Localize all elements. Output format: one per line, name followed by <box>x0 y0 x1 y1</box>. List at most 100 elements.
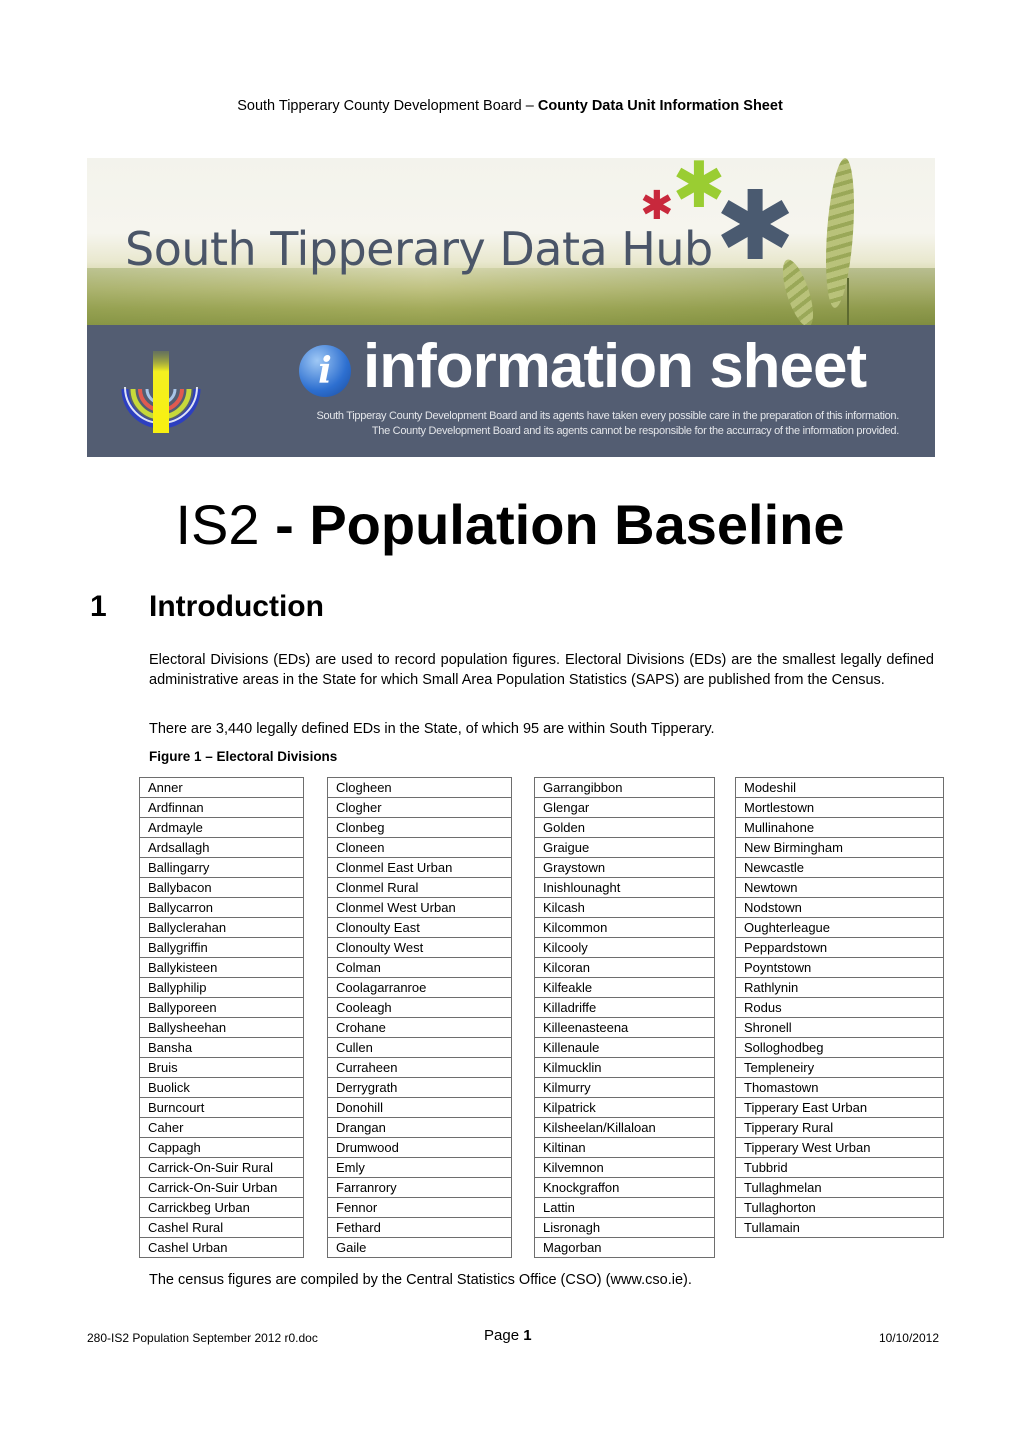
info-icon: i <box>299 345 351 397</box>
footer-filename: 280-IS2 Population September 2012 r0.doc <box>87 1331 318 1345</box>
table-row: Shronell <box>735 1017 944 1038</box>
table-row: Tullaghmelan <box>735 1177 944 1198</box>
ed-column-2: Clogheen Clogher Clonbeg Cloneen Clonmel Eas… <box>327 777 512 1258</box>
table-row: Cappagh <box>139 1137 304 1158</box>
table-row: Knockgraffon <box>534 1177 715 1198</box>
section-title: Introduction <box>149 590 324 623</box>
ed-name-cell: Ardfinnan <box>139 797 304 818</box>
table-row: Clogher <box>327 797 512 818</box>
ed-name-cell: Golden <box>534 817 715 838</box>
table-row: Mullinahone <box>735 817 944 838</box>
table-row: Tullaghorton <box>735 1197 944 1218</box>
title-name: Population Baseline <box>309 493 845 556</box>
ed-name-cell: Cashel Rural <box>139 1217 304 1238</box>
table-row: Newtown <box>735 877 944 898</box>
ed-name-cell: Derrygrath <box>327 1077 512 1098</box>
figure-caption: Figure 1 – Electoral Divisions <box>149 749 338 764</box>
table-row: Poyntstown <box>735 957 944 978</box>
ed-name-cell: Ballysheehan <box>139 1017 304 1038</box>
intro-paragraph: Electoral Divisions (EDs) are used to re… <box>149 652 934 688</box>
table-row: Clonmel East Urban <box>327 857 512 878</box>
ed-name-cell: Ballyphilip <box>139 977 304 998</box>
table-row: Bruis <box>139 1057 304 1078</box>
table-row: Magorban <box>534 1237 715 1258</box>
ed-name-cell: Magorban <box>534 1237 715 1258</box>
ed-name-cell: Kilmurry <box>534 1077 715 1098</box>
table-row: Bansha <box>139 1037 304 1058</box>
table-row: Solloghodbeg <box>735 1037 944 1058</box>
ed-name-cell: Clonmel West Urban <box>327 897 512 918</box>
table-row: Peppardstown <box>735 937 944 958</box>
table-row: Ballygriffin <box>139 937 304 958</box>
ed-name-cell: Mullinahone <box>735 817 944 838</box>
table-row: Mortlestown <box>735 797 944 818</box>
table-row: Carrick-On-Suir Rural <box>139 1157 304 1178</box>
ed-name-cell: Modeshil <box>735 777 944 798</box>
table-row: Glengar <box>534 797 715 818</box>
ed-name-cell: Donohill <box>327 1097 512 1118</box>
table-row: Cashel Rural <box>139 1217 304 1238</box>
ed-name-cell: Burncourt <box>139 1097 304 1118</box>
table-row: Tullamain <box>735 1217 944 1238</box>
ed-name-cell: Kilsheelan/Killaloan <box>534 1117 715 1138</box>
table-row: Tubbrid <box>735 1157 944 1178</box>
table-row: Modeshil <box>735 777 944 798</box>
table-row: Ballycarron <box>139 897 304 918</box>
table-row: Clogheen <box>327 777 512 798</box>
ed-name-cell: Newcastle <box>735 857 944 878</box>
header-unit: County Data Unit Information Sheet <box>537 98 783 114</box>
ed-name-cell: Carrickbeg Urban <box>139 1197 304 1218</box>
ed-name-cell: Clonmel Rural <box>327 877 512 898</box>
ed-name-cell: Killeenasteena <box>534 1017 715 1038</box>
ed-name-cell: Solloghodbeg <box>735 1037 944 1058</box>
table-row: Coolagarranroe <box>327 977 512 998</box>
ed-name-cell: Graystown <box>534 857 715 878</box>
ed-name-cell: Tipperary East Urban <box>735 1097 944 1118</box>
ed-name-cell: Tullaghmelan <box>735 1177 944 1198</box>
table-row: Kilmucklin <box>534 1057 715 1078</box>
ed-name-cell: Emly <box>327 1157 512 1178</box>
ed-name-cell: Farranrory <box>327 1177 512 1198</box>
footer-date: 10/10/2012 <box>878 1331 939 1345</box>
ed-name-cell: Newtown <box>735 877 944 898</box>
table-row: Ballingarry <box>139 857 304 878</box>
info-sheet-band: i information sheet South Tipperay Count… <box>87 325 935 457</box>
ed-name-cell: Clonoulty East <box>327 917 512 938</box>
ed-name-cell: Carrick-On-Suir Urban <box>139 1177 304 1198</box>
ed-name-cell: Clonmel East Urban <box>327 857 512 878</box>
table-row: Kilcommon <box>534 917 715 938</box>
ed-column-1: Anner Ardfinnan Ardmayle Ardsallagh Ballinga… <box>139 777 304 1258</box>
ed-name-cell: Clogher <box>327 797 512 818</box>
table-row: Kilfeakle <box>534 977 715 998</box>
ed-name-cell: Lisronagh <box>534 1217 715 1238</box>
ed-name-cell: Oughterleague <box>735 917 944 938</box>
table-row: Ardsallagh <box>139 837 304 858</box>
ed-name-cell: Clonoulty West <box>327 937 512 958</box>
ed-name-cell: Fennor <box>327 1197 512 1218</box>
table-row: Cullen <box>327 1037 512 1058</box>
table-row: Clonoulty West <box>327 937 512 958</box>
ed-name-cell: Fethard <box>327 1217 512 1238</box>
ed-name-cell: Cooleagh <box>327 997 512 1018</box>
ed-name-cell: Tipperary West Urban <box>735 1137 944 1158</box>
ed-name-cell: Peppardstown <box>735 937 944 958</box>
table-row: Colman <box>327 957 512 978</box>
ed-name-cell: Tullaghorton <box>735 1197 944 1218</box>
ed-name-cell: Garrangibbon <box>534 777 715 798</box>
ed-name-cell: Colman <box>327 957 512 978</box>
ed-name-cell: Bruis <box>139 1057 304 1078</box>
table-row: Lattin <box>534 1197 715 1218</box>
table-row: Kilcash <box>534 897 715 918</box>
table-row: Newcastle <box>735 857 944 878</box>
table-row: Garrangibbon <box>534 777 715 798</box>
ed-name-cell: Bansha <box>139 1037 304 1058</box>
ed-name-cell: Cashel Urban <box>139 1237 304 1258</box>
table-row: Lisronagh <box>534 1217 715 1238</box>
ed-name-cell: Clonbeg <box>327 817 512 838</box>
table-row: Carrick-On-Suir Urban <box>139 1177 304 1198</box>
ed-name-cell: Tipperary Rural <box>735 1117 944 1138</box>
ed-name-cell: Thomastown <box>735 1077 944 1098</box>
ed-name-cell: Kilcash <box>534 897 715 918</box>
running-header: South Tipperary County Development Board… <box>0 98 1020 114</box>
ed-name-cell: Gaile <box>327 1237 512 1258</box>
